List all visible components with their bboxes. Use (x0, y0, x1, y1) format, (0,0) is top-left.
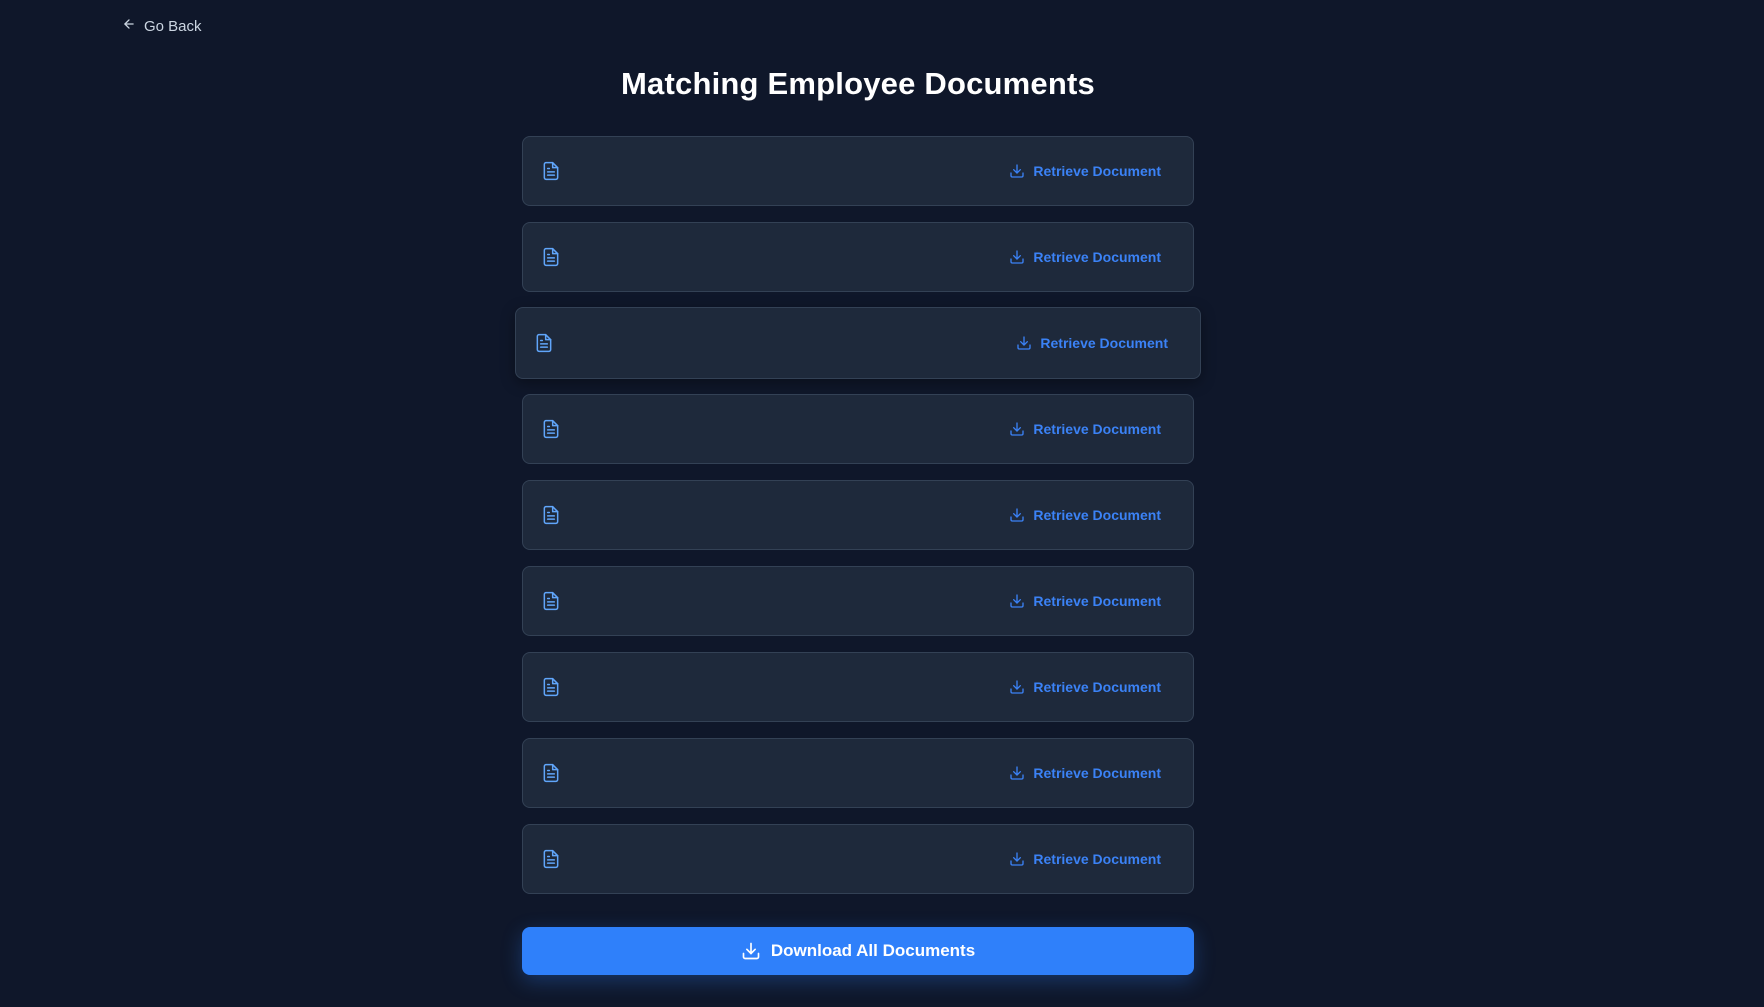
download-icon (1009, 765, 1025, 781)
file-text-icon (541, 677, 561, 697)
retrieve-document-label: Retrieve Document (1033, 851, 1161, 867)
file-text-icon (534, 333, 554, 353)
file-text-icon (541, 763, 561, 783)
file-text-icon (541, 161, 561, 181)
document-row: Retrieve Document (522, 824, 1194, 894)
file-text-icon (541, 591, 561, 611)
file-text-icon (541, 505, 561, 525)
retrieve-document-button[interactable]: Retrieve Document (1009, 507, 1161, 523)
retrieve-document-button[interactable]: Retrieve Document (1009, 679, 1161, 695)
retrieve-document-button[interactable]: Retrieve Document (1016, 335, 1168, 351)
retrieve-document-button[interactable]: Retrieve Document (1009, 765, 1161, 781)
document-row: Retrieve Document (522, 566, 1194, 636)
retrieve-document-label: Retrieve Document (1033, 249, 1161, 265)
retrieve-document-label: Retrieve Document (1040, 335, 1168, 351)
retrieve-document-button[interactable]: Retrieve Document (1009, 249, 1161, 265)
download-icon (1016, 335, 1032, 351)
retrieve-document-label: Retrieve Document (1033, 507, 1161, 523)
go-back-label: Go Back (144, 17, 202, 35)
download-all-label: Download All Documents (770, 941, 976, 960)
download-icon (1009, 163, 1025, 179)
document-row: Retrieve Document (522, 222, 1194, 292)
download-icon (1009, 593, 1025, 609)
file-text-icon (541, 419, 561, 439)
download-icon (1009, 851, 1025, 867)
retrieve-document-button[interactable]: Retrieve Document (1009, 421, 1161, 437)
file-text-icon (541, 849, 561, 869)
retrieve-document-label: Retrieve Document (1033, 593, 1161, 609)
page-title: Matching Employee Documents (621, 66, 1095, 101)
file-text-icon (541, 247, 561, 267)
retrieve-document-label: Retrieve Document (1033, 163, 1161, 179)
document-row: Retrieve Document (515, 307, 1201, 379)
document-row: Retrieve Document (522, 394, 1194, 464)
retrieve-document-label: Retrieve Document (1033, 765, 1161, 781)
retrieve-document-button[interactable]: Retrieve Document (1009, 163, 1161, 179)
retrieve-document-button[interactable]: Retrieve Document (1009, 851, 1161, 867)
download-icon (1009, 507, 1025, 523)
download-icon (1009, 421, 1025, 437)
document-row: Retrieve Document (522, 738, 1194, 808)
document-list: Retrieve Document Retrieve Document Retr… (515, 136, 1201, 894)
retrieve-document-button[interactable]: Retrieve Document (1009, 593, 1161, 609)
document-row: Retrieve Document (522, 480, 1194, 550)
download-icon (1009, 249, 1025, 265)
download-all-button[interactable]: Download All Documents (522, 927, 1194, 975)
document-row: Retrieve Document (522, 136, 1194, 206)
retrieve-document-label: Retrieve Document (1033, 679, 1161, 695)
retrieve-document-label: Retrieve Document (1033, 421, 1161, 437)
download-icon (1009, 679, 1025, 695)
arrow-left-icon (122, 17, 136, 35)
download-icon (741, 941, 761, 961)
document-row: Retrieve Document (522, 652, 1194, 722)
go-back-link[interactable]: Go Back (122, 14, 202, 38)
